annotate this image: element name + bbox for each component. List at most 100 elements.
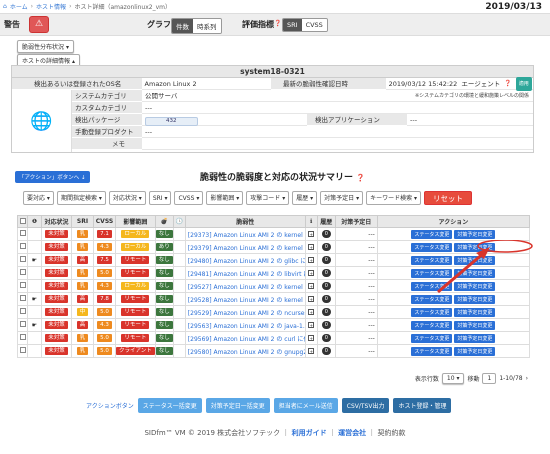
history-count[interactable]: 0 xyxy=(321,256,331,264)
status-change-button[interactable]: ステータス変更 xyxy=(411,229,453,239)
filter-sri[interactable]: SRI ▾ xyxy=(148,191,172,205)
expand-icon[interactable]: + xyxy=(308,321,315,328)
history-count[interactable]: 0 xyxy=(321,230,331,238)
chevron-right-icon[interactable]: › xyxy=(526,375,528,382)
row-checkbox[interactable] xyxy=(19,334,26,340)
vulnerability-link[interactable]: [29379] Amazon Linux AMI 2 の kernel に... xyxy=(184,240,306,254)
expand-icon[interactable]: + xyxy=(308,282,315,289)
clock-icon[interactable]: 🕓 xyxy=(172,215,186,228)
filter-exploit[interactable]: 攻撃コード ▾ xyxy=(246,191,290,205)
package-count[interactable]: 432 xyxy=(145,117,198,126)
csv-export-button[interactable]: CSV/TSV出力 xyxy=(341,398,390,413)
status-change-button[interactable]: ステータス変更 xyxy=(411,307,453,317)
breadcrumb-home[interactable]: ホーム xyxy=(10,2,28,11)
mail-button[interactable]: 担当者にメール送信 xyxy=(273,398,338,413)
plan-change-button[interactable]: 対策予定日変更 xyxy=(454,346,496,356)
filter-history[interactable]: 履歴 ▾ xyxy=(292,191,318,205)
filter-keyword[interactable]: キーワード検索 ▾ xyxy=(366,191,422,205)
expand-icon[interactable]: + xyxy=(308,230,315,237)
row-checkbox[interactable] xyxy=(19,282,26,288)
col-vulnerability[interactable]: 脆弱性 xyxy=(184,215,306,228)
filter-plan-date[interactable]: 対策予定日 ▾ xyxy=(320,191,364,205)
expand-icon[interactable]: + xyxy=(308,295,315,302)
vulnerability-link[interactable]: [29569] Amazon Linux AMI 2 の curl に任... xyxy=(184,331,306,345)
history-count[interactable]: 0 xyxy=(321,269,331,277)
select-all-checkbox[interactable] xyxy=(19,217,26,224)
row-checkbox[interactable] xyxy=(19,295,26,301)
status-change-button[interactable]: ステータス変更 xyxy=(411,346,453,356)
plan-change-button[interactable]: 対策予定日変更 xyxy=(454,307,496,317)
reset-button[interactable]: リセット xyxy=(424,191,473,205)
filter-required[interactable]: 要対応 ▾ xyxy=(23,191,54,205)
history-count[interactable]: 0 xyxy=(321,347,331,355)
distribution-button[interactable]: 脆弱性分布状況 ▾ xyxy=(17,40,74,53)
goto-action-button[interactable]: 「アクション」ボタンへ ↓ xyxy=(15,171,90,183)
info-icon[interactable]: ❶ xyxy=(27,215,42,228)
graph-count-option[interactable]: 件数 xyxy=(172,19,193,33)
terms-link[interactable]: 契約約款 xyxy=(378,429,406,437)
row-checkbox[interactable] xyxy=(19,269,26,275)
row-checkbox[interactable] xyxy=(19,347,26,353)
history-count[interactable]: 0 xyxy=(321,295,331,303)
rows-select[interactable]: 10 ▾ xyxy=(441,373,465,384)
row-checkbox[interactable] xyxy=(19,256,26,262)
expand-icon[interactable]: + xyxy=(308,308,315,315)
filter-scope[interactable]: 影響範囲 ▾ xyxy=(206,191,244,205)
row-checkbox[interactable] xyxy=(19,308,26,314)
plan-change-button[interactable]: 対策予定日変更 xyxy=(454,229,496,239)
vulnerability-link[interactable]: [29528] Amazon Linux AMI 2 の kernel に T.… xyxy=(184,292,306,306)
guide-link[interactable]: 利用ガイド xyxy=(292,429,327,437)
status-change-button[interactable]: ステータス変更 xyxy=(411,333,453,343)
col-cvss[interactable]: CVSS xyxy=(93,215,116,228)
filter-cvss[interactable]: CVSS ▾ xyxy=(174,191,204,205)
status-change-button[interactable]: ステータス変更 xyxy=(411,320,453,330)
vulnerability-link[interactable]: [29527] Amazon Linux AMI 2 の kernel に X.… xyxy=(184,279,306,293)
metric-sri-option[interactable]: SRI xyxy=(283,19,302,31)
col-scope[interactable]: 影響範囲 xyxy=(115,215,156,228)
page-input[interactable]: 1 xyxy=(482,373,497,384)
expand-icon[interactable]: + xyxy=(308,347,315,354)
metric-cvss-option[interactable]: CVSS xyxy=(301,19,327,31)
company-link[interactable]: 運営会社 xyxy=(338,429,366,437)
plan-change-button[interactable]: 対策予定日変更 xyxy=(454,333,496,343)
vulnerability-link[interactable]: [29580] Amazon Linux AMI 2 の gnupg2 に... xyxy=(184,344,306,358)
row-checkbox[interactable] xyxy=(19,230,26,236)
home-icon[interactable]: ⌂ xyxy=(3,3,7,10)
expand-icon[interactable]: + xyxy=(308,269,315,276)
help-icon[interactable]: ❓ xyxy=(274,20,281,27)
bulk-plan-button[interactable]: 対策予定日一括変更 xyxy=(205,398,270,413)
history-count[interactable]: 0 xyxy=(321,334,331,342)
bomb-icon[interactable]: 💣 xyxy=(154,215,174,228)
agent-apply-button[interactable]: 適用 xyxy=(515,76,532,91)
system-category-note[interactable]: ※システムカテゴリの環境と緩和施策レベルの関係 xyxy=(307,90,533,102)
history-count[interactable]: 0 xyxy=(321,243,331,251)
expand-icon[interactable]: + xyxy=(308,256,315,263)
col-sri[interactable]: SRI xyxy=(71,215,94,228)
vulnerability-link[interactable]: [29373] Amazon Linux AMI 2 の kernel に... xyxy=(184,227,306,241)
history-count[interactable]: 0 xyxy=(321,282,331,290)
warning-icon[interactable]: ⚠ xyxy=(30,17,48,32)
col-history[interactable]: 履歴 xyxy=(316,215,336,228)
col-plan-date[interactable]: 対策予定日 xyxy=(334,215,378,228)
plan-change-button[interactable]: 対策予定日変更 xyxy=(454,320,496,330)
vulnerability-link[interactable]: [29481] Amazon Linux AMI 2 の libvirt に..… xyxy=(184,266,306,280)
graph-timeseries-option[interactable]: 時系列 xyxy=(193,19,221,33)
history-count[interactable]: 0 xyxy=(321,308,331,316)
vulnerability-link[interactable]: [29563] Amazon Linux AMI 2 の java-1.8.0-… xyxy=(184,318,306,332)
help-icon[interactable]: ❓ xyxy=(356,174,365,182)
col-status[interactable]: 対応状況 xyxy=(41,215,72,228)
vulnerability-link[interactable]: [29529] Amazon Linux AMI 2 の ncurses に..… xyxy=(184,305,306,319)
info-i-icon[interactable]: ℹ xyxy=(304,215,318,228)
expand-icon[interactable]: + xyxy=(308,243,315,250)
history-count[interactable]: 0 xyxy=(321,321,331,329)
bulk-status-button[interactable]: ステータス一括変更 xyxy=(137,398,202,413)
filter-status[interactable]: 対応状況 ▾ xyxy=(108,191,146,205)
expand-icon[interactable]: + xyxy=(308,334,315,341)
breadcrumb-host-info[interactable]: ホスト情報 xyxy=(36,2,66,11)
row-checkbox[interactable] xyxy=(19,243,26,249)
row-checkbox[interactable] xyxy=(19,321,26,327)
help-icon[interactable]: ❓ xyxy=(504,78,511,90)
vulnerability-link[interactable]: [29480] Amazon Linux AMI 2 の glibc に関... xyxy=(184,253,306,267)
filter-period[interactable]: 期間指定検索 ▾ xyxy=(56,191,106,205)
host-manage-button[interactable]: ホスト登録・管理 xyxy=(393,398,452,413)
